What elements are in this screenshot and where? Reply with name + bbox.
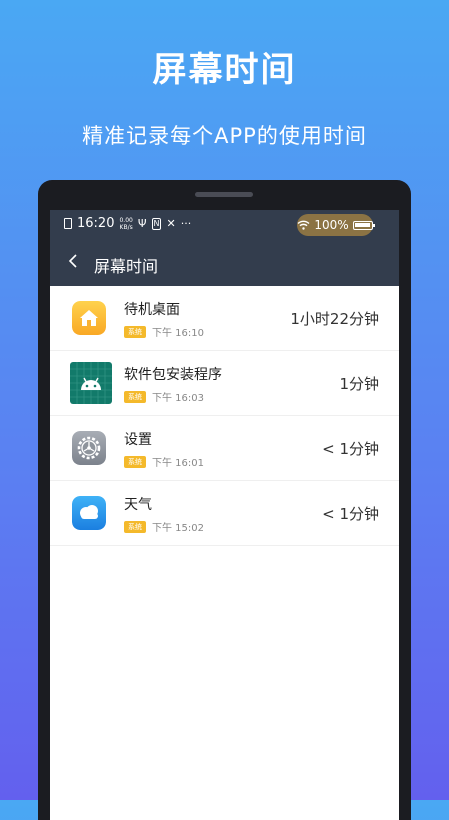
net-speed-unit: KB/s <box>119 223 133 231</box>
wifi-icon <box>297 220 310 230</box>
phone-frame: 16:20 0.00 KB/s Ψ N ✕ ··· 100% 屏幕时间 待机桌面… <box>38 180 411 820</box>
hero-title: 屏幕时间 <box>152 50 297 90</box>
phone-speaker <box>195 192 253 197</box>
usage-duration: < 1分钟 <box>322 505 379 523</box>
usb-icon: Ψ <box>137 217 147 230</box>
chevron-left-icon[interactable] <box>68 254 78 268</box>
sim-icon <box>64 218 72 229</box>
app-name: 设置 <box>124 432 152 448</box>
app-usage-list: 待机桌面 系统 下午 16:10 1小时22分钟 软件包安装程序 系统 下午 1… <box>50 286 399 546</box>
android-icon <box>70 362 112 404</box>
more-icon: ··· <box>180 217 192 230</box>
last-used-time: 下午 15:02 <box>152 523 204 534</box>
tools-icon: ✕ <box>166 217 176 230</box>
net-speed: 0.00 KB/s <box>119 217 132 231</box>
home-icon <box>72 301 106 335</box>
system-tag: 系统 <box>124 455 146 468</box>
settings-gear-icon <box>72 431 106 465</box>
usage-duration: 1分钟 <box>339 375 379 393</box>
phone-screen: 16:20 0.00 KB/s Ψ N ✕ ··· 100% 屏幕时间 待机桌面… <box>50 210 399 820</box>
list-item[interactable]: 待机桌面 系统 下午 16:10 1小时22分钟 <box>50 286 399 351</box>
list-item[interactable]: 设置 系统 下午 16:01 < 1分钟 <box>50 416 399 481</box>
usage-duration: 1小时22分钟 <box>290 310 379 328</box>
app-name: 待机桌面 <box>124 302 180 318</box>
app-name: 天气 <box>124 497 152 513</box>
system-tag: 系统 <box>124 390 146 403</box>
page-title: 屏幕时间 <box>94 257 159 276</box>
system-tag: 系统 <box>124 520 146 533</box>
battery-pill: 100% <box>297 214 375 236</box>
last-used-time: 下午 16:03 <box>152 393 204 404</box>
usage-duration: < 1分钟 <box>322 440 379 458</box>
last-used-time: 下午 16:01 <box>152 458 204 469</box>
system-tag: 系统 <box>124 325 146 338</box>
nav-bar: 屏幕时间 <box>50 238 399 286</box>
last-used-time: 下午 16:10 <box>152 328 204 339</box>
weather-cloud-icon <box>72 496 106 530</box>
battery-icon <box>352 220 375 230</box>
nfc-icon: N <box>151 217 162 230</box>
net-speed-value: 0.00 <box>119 216 133 224</box>
hero-subtitle: 精准记录每个APP的使用时间 <box>82 124 367 148</box>
status-bar: 16:20 0.00 KB/s Ψ N ✕ ··· 100% <box>50 210 399 238</box>
app-name: 软件包安装程序 <box>124 367 222 383</box>
list-item[interactable]: 天气 系统 下午 15:02 < 1分钟 <box>50 481 399 546</box>
status-time: 16:20 <box>77 216 115 231</box>
battery-percent: 100% <box>314 218 349 232</box>
list-item[interactable]: 软件包安装程序 系统 下午 16:03 1分钟 <box>50 351 399 416</box>
